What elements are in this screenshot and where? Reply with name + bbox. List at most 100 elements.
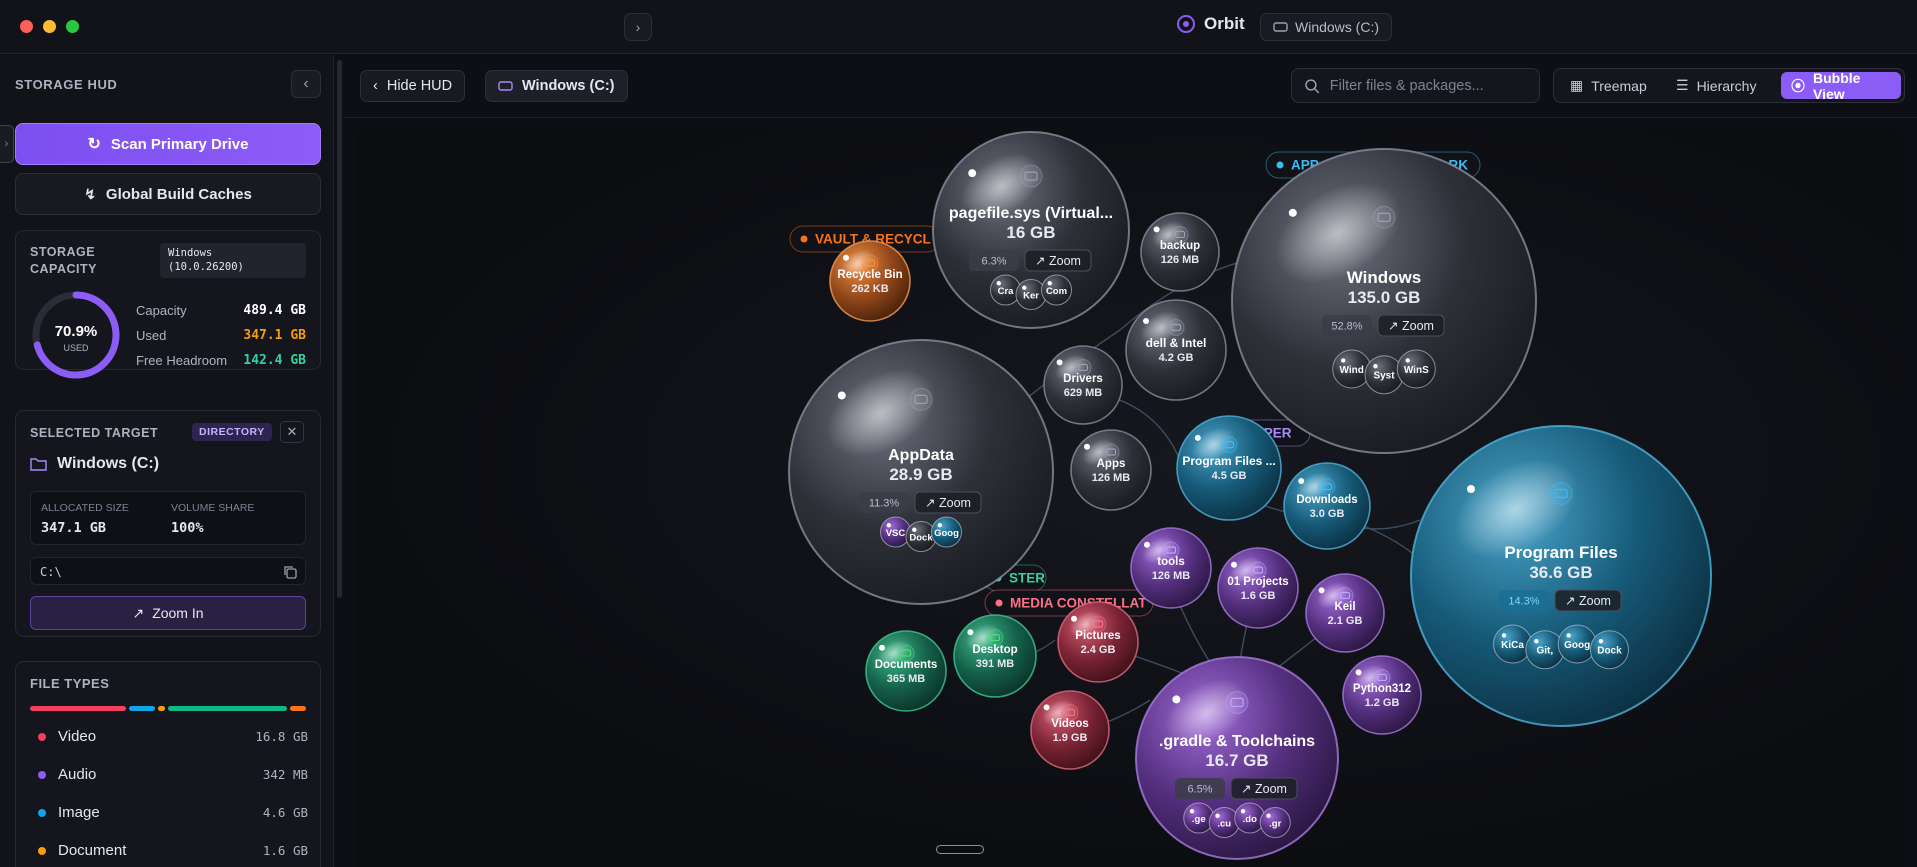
sidebar-scrollbar[interactable] <box>337 60 342 598</box>
zoom-button[interactable]: ↗ Zoom <box>914 491 982 514</box>
bubble-desktop[interactable]: Desktop 391 MB <box>953 614 1037 698</box>
bubble-backup[interactable]: backup 126 MB <box>1140 212 1220 292</box>
child-bubble[interactable]: WinS <box>1396 349 1436 389</box>
child-bubble[interactable]: Goog <box>931 516 962 548</box>
chevron-left-icon: ‹ <box>373 78 378 94</box>
child-bubble[interactable]: Dock <box>905 521 937 552</box>
folder-icon <box>909 387 933 411</box>
layers-icon <box>1220 436 1238 454</box>
bubble-dell-intel[interactable]: dell & Intel 4.2 GB <box>1125 299 1227 401</box>
zoom-button[interactable]: ↗ Zoom <box>1377 314 1445 337</box>
child-bubble[interactable]: Wind <box>1332 349 1372 389</box>
folder-icon <box>1167 319 1185 336</box>
search-input[interactable] <box>1329 77 1527 94</box>
bubble-program-files[interactable]: Program Files ... 4.5 GB <box>1176 415 1282 521</box>
bubble-recycle-bin[interactable]: Recycle Bin 262 KB <box>829 240 911 322</box>
file-type-document[interactable]: Document 1.6 GB <box>38 842 308 859</box>
bubble-program-files[interactable]: Program Files36.6 GB 14.3% ↗ Zoom KiCa Git, G… <box>1410 425 1712 727</box>
bubble-01-projects[interactable]: 01 Projects 1.6 GB <box>1217 547 1299 629</box>
bubble-size: 4.5 GB <box>1212 470 1247 482</box>
bubble-videos[interactable]: Videos 1.9 GB <box>1030 690 1110 770</box>
zoom-in-button[interactable]: ↗ Zoom In <box>30 596 306 630</box>
child-bubble[interactable]: Dock <box>1589 630 1629 670</box>
copy-icon[interactable] <box>283 565 297 579</box>
bubble-windows[interactable]: Windows135.0 GB 52.8% ↗ Zoom Wind Syst WinS <box>1231 148 1537 454</box>
folder-icon <box>1372 205 1396 229</box>
child-bubble[interactable]: VSC <box>880 516 911 548</box>
target-name-row: Windows (C:) <box>30 455 159 473</box>
clear-selection-button[interactable]: ✕ <box>280 421 304 443</box>
zoom-button[interactable]: ↗ Zoom <box>1024 249 1092 272</box>
path-field[interactable]: C:\ <box>30 557 306 585</box>
bubble-drivers[interactable]: Drivers 629 MB <box>1043 345 1123 425</box>
refresh-icon: ↻ <box>87 136 101 153</box>
bubble-keil[interactable]: Keil 2.1 GB <box>1305 573 1385 653</box>
child-bubble[interactable]: KiCa <box>1493 624 1533 664</box>
bubble-canvas[interactable]: VAULT & RECYCLAPPRKLOPERSTERMEDIA CONSTE… <box>355 128 1905 867</box>
drive-chip-label: Windows (C:) <box>1295 19 1380 35</box>
child-bubble[interactable]: Com <box>1041 274 1072 306</box>
hide-hud-button[interactable]: ‹ Hide HUD <box>360 70 466 102</box>
drive-chip[interactable]: Windows (C:) <box>1260 13 1393 41</box>
child-bubble[interactable]: Ker <box>1015 279 1047 310</box>
sidebar-title: STORAGE HUD <box>15 77 118 92</box>
search-box[interactable] <box>1291 68 1540 103</box>
child-bubble-label: Git, <box>1537 646 1554 657</box>
scan-primary-drive-button[interactable]: ↻ Scan Primary Drive <box>15 123 321 165</box>
file-type-audio[interactable]: Audio 342 MB <box>38 766 308 783</box>
file-type-image[interactable]: Image 4.6 GB <box>38 804 308 821</box>
child-bubble[interactable]: Cra <box>990 274 1021 306</box>
bubble-graph[interactable]: VAULT & RECYCLAPPRKLOPERSTERMEDIA CONSTE… <box>355 128 1905 867</box>
bubble-pagefile-sys-virtual[interactable]: pagefile.sys (Virtual...16 GB 6.3% ↗ Zoom C… <box>932 131 1130 329</box>
child-bubble[interactable]: .cu <box>1208 807 1240 838</box>
child-bubble[interactable]: .gr <box>1259 807 1291 838</box>
zoom-button[interactable]: ↗ Zoom <box>1230 777 1298 800</box>
selected-target-card: SELECTED TARGET DIRECTORY ✕ Windows (C:)… <box>15 410 321 637</box>
cluster-label-media-constellat[interactable]: MEDIA CONSTELLAT <box>984 589 1154 617</box>
os-version-badge: Windows (10.0.26200) <box>160 243 306 278</box>
bubble-glint <box>1144 541 1150 548</box>
bubble-documents[interactable]: Documents 365 MB <box>865 630 947 712</box>
global-build-caches-button[interactable]: ↯ Global Build Caches <box>15 173 321 215</box>
child-bubble[interactable]: Syst <box>1364 355 1404 395</box>
zoom-button[interactable]: ↗ Zoom <box>1554 589 1622 612</box>
tab-treemap[interactable]: ▦ Treemap <box>1560 72 1657 99</box>
zoom-in-label: Zoom In <box>152 605 204 621</box>
share-pill: 11.3% <box>859 492 909 513</box>
canvas-scroll-indicator[interactable] <box>936 845 984 854</box>
bubble-downloads[interactable]: Downloads 3.0 GB <box>1283 462 1371 550</box>
bubble-name: backup <box>1160 240 1200 252</box>
child-bubble[interactable]: .ge <box>1183 802 1215 834</box>
child-bubble-label: .ge <box>1192 814 1206 825</box>
bubble-apps[interactable]: Apps 126 MB <box>1070 429 1152 511</box>
bubble-size: 1.2 GB <box>1365 697 1400 709</box>
child-bubble[interactable]: Git, <box>1525 630 1565 670</box>
bubble-name: Python312 <box>1353 683 1411 695</box>
bubble-size: 262 KB <box>851 283 888 295</box>
child-bubble[interactable]: Goog <box>1557 624 1597 664</box>
expand-handle[interactable]: › <box>0 125 14 163</box>
bubble--gradle-toolchains[interactable]: .gradle & Toolchains16.7 GB 6.5% ↗ Zoom .ge… <box>1135 656 1339 860</box>
file-type-video[interactable]: Video 16.8 GB <box>38 728 308 745</box>
bubble-glint <box>968 169 977 178</box>
maximize-window-button[interactable] <box>66 20 79 33</box>
minimize-window-button[interactable] <box>43 20 56 33</box>
zoom-label: ↗ Zoom <box>925 496 971 510</box>
forward-button[interactable]: › <box>624 13 652 41</box>
bubble-size: 126 MB <box>1152 570 1191 582</box>
bubble-python312[interactable]: Python312 1.2 GB <box>1342 655 1422 735</box>
close-window-button[interactable] <box>20 20 33 33</box>
tab-hierarchy[interactable]: ☰ Hierarchy <box>1666 72 1766 99</box>
bubble-glint <box>1288 208 1297 217</box>
child-bubble[interactable]: .do <box>1234 802 1266 834</box>
collapse-sidebar-button[interactable]: ‹ <box>291 70 321 98</box>
bubble-tools[interactable]: tools 126 MB <box>1130 527 1212 609</box>
bubble-glint <box>1043 704 1050 711</box>
bubble-size: 16.7 GB <box>1205 751 1268 770</box>
bubble-appdata[interactable]: AppData28.9 GB 11.3% ↗ Zoom VSC Dock Goog <box>788 339 1054 605</box>
bubble-pictures[interactable]: Pictures 2.4 GB <box>1057 601 1139 683</box>
tab-bubble-view[interactable]: ⦿ Bubble View <box>1781 70 1901 102</box>
alloc-label: ALLOCATED SIZE <box>41 502 129 514</box>
breadcrumb-drive[interactable]: Windows (C:) <box>485 70 628 102</box>
child-bubble-label: Com <box>1046 286 1067 297</box>
